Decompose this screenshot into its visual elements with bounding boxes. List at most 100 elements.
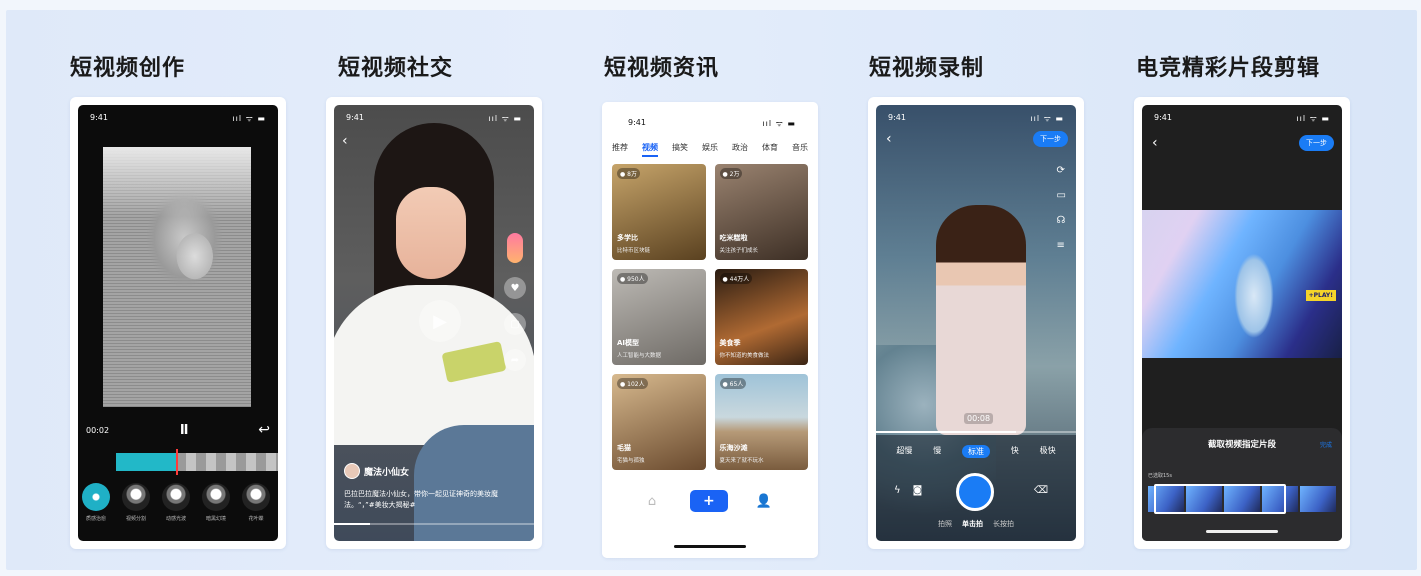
effect-item[interactable]: 视频分割 <box>120 479 152 539</box>
flash-icon[interactable]: ϟ <box>894 485 901 496</box>
tab-music[interactable]: 音乐 <box>792 142 808 157</box>
time-code: 00:02 <box>86 425 110 435</box>
video-tile[interactable]: ● 2万 吃米糕啦 关注孩子们成长 <box>714 164 808 260</box>
effect-item[interactable]: 质感治愈 <box>80 479 112 539</box>
ratio-icon[interactable]: ▭ <box>1057 190 1066 201</box>
undo-icon[interactable]: ↩ <box>258 422 270 438</box>
effect-label: 暗黑幻境 <box>205 516 226 522</box>
back-icon[interactable]: ‹ <box>886 131 892 147</box>
video-progress[interactable] <box>334 523 534 525</box>
video-tile[interactable]: ● 8万 多学比 比特币区块链 <box>612 164 706 260</box>
speed-option[interactable]: 快 <box>1011 445 1019 458</box>
comment-icon[interactable]: ▢ <box>504 313 526 335</box>
tile-title: 毛猫 <box>617 444 631 452</box>
speed-selector: 超慢 慢 标准 快 极快 <box>876 445 1076 458</box>
tile-title: 乐海沙滩 <box>719 444 748 452</box>
view-count: ● 65人 <box>719 378 747 389</box>
flip-camera-icon[interactable]: ⟳ <box>1057 165 1066 176</box>
game-video-preview: +PLAY! <box>1142 210 1342 358</box>
selected-duration: 已选取15s <box>1148 473 1172 479</box>
phone-record: 9:41 ııl ᯤ ▬ ‹ 下一步 ⟳ ▭ ☊ ≡ 00:08 超慢 慢 标准… <box>868 97 1084 549</box>
side-actions: ♥ ▢ ➦ <box>504 233 526 371</box>
tab-politics[interactable]: 政治 <box>732 142 748 157</box>
effect-thumb <box>162 483 190 511</box>
back-icon[interactable]: ‹ <box>1152 135 1158 151</box>
preview-highlight <box>103 147 251 217</box>
tab-video[interactable]: 视频 <box>642 142 658 157</box>
frame-strip[interactable] <box>1148 484 1336 514</box>
game-banner: +PLAY! <box>1305 290 1336 301</box>
category-tabs: 推荐 视频 搞笑 娱乐 政治 体育 音乐 <box>612 142 808 157</box>
author[interactable]: 魔法小仙女 <box>344 463 409 479</box>
like-icon[interactable]: ♥ <box>504 277 526 299</box>
playback-controls: 00:02 II ↩ <box>78 415 278 445</box>
mode-option[interactable]: 长按拍 <box>993 519 1014 529</box>
tile-subtitle: 比特币区块链 <box>617 248 651 254</box>
back-icon[interactable]: ‹ <box>342 133 348 149</box>
share-icon[interactable]: ➦ <box>504 349 526 371</box>
avatar[interactable] <box>344 463 360 479</box>
camera-tools: ⟳ ▭ ☊ ≡ <box>1057 165 1066 251</box>
left-controls: ϟ ◙ <box>894 485 922 496</box>
trim-sheet: 截取视频指定片段 完成 已选取15s <box>1142 428 1342 541</box>
tab-funny[interactable]: 搞笑 <box>672 142 688 157</box>
effect-thumb <box>202 483 230 511</box>
video-tile[interactable]: ● 102人 毛猫 宅猫与孤独 <box>612 374 706 470</box>
add-button[interactable]: + <box>689 490 728 512</box>
speed-option-active[interactable]: 标准 <box>961 445 990 458</box>
effect-label: 花叶蝶 <box>248 516 264 522</box>
delete-icon[interactable]: ⌫ <box>1034 485 1048 496</box>
shutter-button[interactable] <box>956 473 994 511</box>
status-bar: 9:41 ııl ᯤ ▬ <box>888 113 1064 124</box>
video-tile[interactable]: ● 65人 乐海沙滩 夏天来了就不玩水 <box>714 374 808 470</box>
effect-item[interactable]: 暗黑幻境 <box>200 479 232 539</box>
status-icons: ııl ᯤ ▬ <box>762 119 796 128</box>
phone-news: 9:41 ııl ᯤ ▬ 推荐 视频 搞笑 娱乐 政治 体育 音乐 ● 8万 多… <box>602 102 818 558</box>
next-button[interactable]: 下一步 <box>1299 135 1334 151</box>
news-screen: 9:41 ııl ᯤ ▬ 推荐 视频 搞笑 娱乐 政治 体育 音乐 ● 8万 多… <box>602 102 818 558</box>
pause-icon[interactable]: II <box>180 423 189 438</box>
mode-option-active[interactable]: 单击拍 <box>962 519 983 529</box>
status-time: 9:41 <box>628 118 646 127</box>
effect-thumb <box>82 483 110 511</box>
tab-recommend[interactable]: 推荐 <box>612 142 628 157</box>
panel-title-record: 短视频录制 <box>869 56 985 81</box>
effect-item[interactable]: 动感光波 <box>160 479 192 539</box>
status-bar: 9:41 ııl ᯤ ▬ <box>90 113 266 124</box>
mode-option[interactable]: 拍照 <box>938 519 952 529</box>
panel-title-news: 短视频资讯 <box>604 56 720 81</box>
trim-handle[interactable] <box>1154 484 1286 514</box>
status-icons: ııl ᯤ ▬ <box>1296 114 1330 123</box>
profile-icon[interactable]: 👤 <box>756 494 772 509</box>
speed-option[interactable]: 超慢 <box>896 445 912 458</box>
hearts-animation <box>507 233 523 263</box>
status-icons: ııl ᯤ ▬ <box>488 114 522 123</box>
effect-thumb <box>122 483 150 511</box>
video-tile[interactable]: ● 44万人 美食季 你不知道的美食做法 <box>714 269 808 365</box>
subject-face <box>396 187 466 279</box>
showcase-canvas: 短视频创作 9:41 ııl ᯤ ▬ 00:02 II ↩ 质感治愈 视频分割 … <box>6 10 1417 570</box>
tile-subtitle: 关注孩子们成长 <box>719 248 759 254</box>
tab-sports[interactable]: 体育 <box>762 142 778 157</box>
effect-item[interactable]: 花叶蝶 <box>240 479 272 539</box>
speed-option[interactable]: 极快 <box>1040 445 1056 458</box>
beauty-icon[interactable]: ☊ <box>1057 215 1066 226</box>
home-icon[interactable]: ⌂ <box>648 494 662 509</box>
username[interactable]: 魔法小仙女 <box>364 465 409 478</box>
status-time: 9:41 <box>888 113 906 122</box>
camera-icon[interactable]: ◙ <box>913 485 923 496</box>
effect-thumb <box>242 483 270 511</box>
mode-selector: 拍照 单击拍 长按拍 <box>876 519 1076 529</box>
panel-title-esports: 电竞精彩片段剪辑 <box>1136 56 1321 81</box>
playhead[interactable] <box>176 449 178 475</box>
filter-icon[interactable]: ≡ <box>1057 240 1066 251</box>
tab-entertainment[interactable]: 娱乐 <box>702 142 718 157</box>
done-button[interactable]: 完成 <box>1320 440 1332 449</box>
video-tile[interactable]: ● 950人 AI模型 人工智能与大数据 <box>612 269 706 365</box>
effects-list: 质感治愈 视频分割 动感光波 暗黑幻境 花叶蝶 <box>78 479 278 539</box>
status-icons: ııl ᯤ ▬ <box>232 114 266 123</box>
speed-option[interactable]: 慢 <box>933 445 941 458</box>
sheet-title: 截取视频指定片段 <box>1207 440 1276 450</box>
next-button[interactable]: 下一步 <box>1033 131 1068 147</box>
play-icon[interactable]: ▶ <box>419 300 461 342</box>
